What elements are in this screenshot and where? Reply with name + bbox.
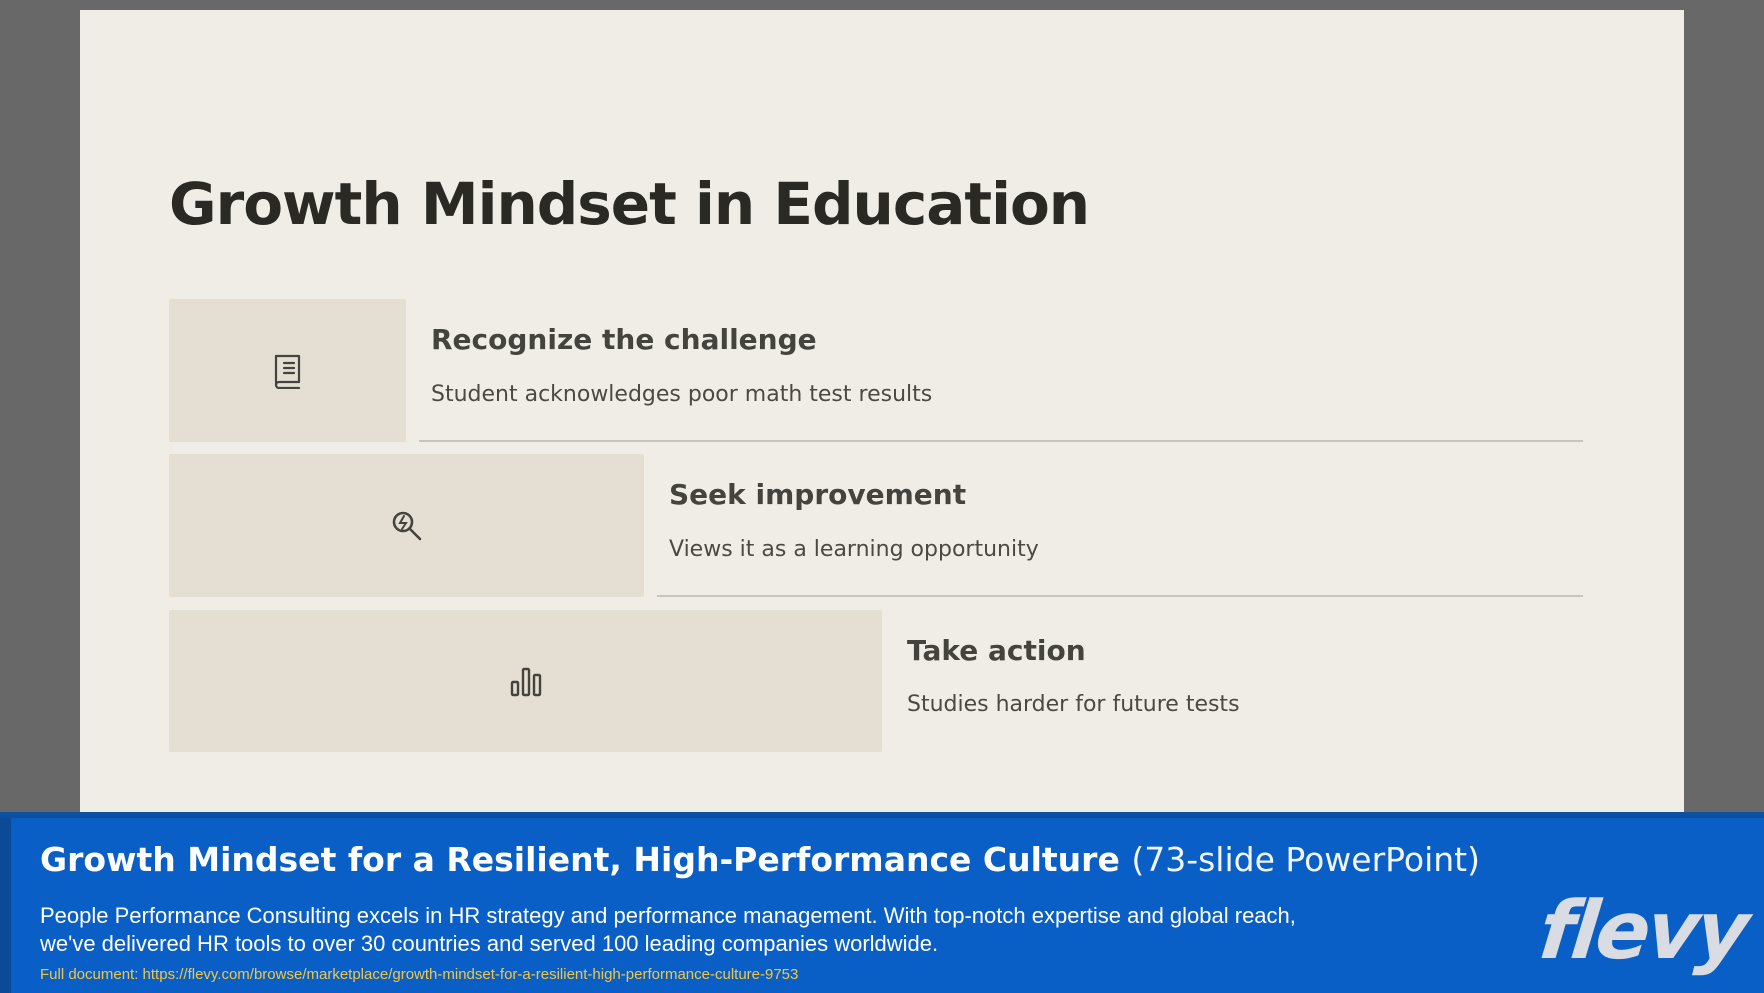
step-3-heading: Take action: [907, 634, 1086, 667]
banner-title-main: Growth Mindset for a Resilient, High-Per…: [40, 840, 1120, 879]
search-icon: [390, 509, 424, 543]
step-2-description: Views it as a learning opportunity: [669, 537, 1039, 562]
banner-title: Growth Mindset for a Resilient, High-Per…: [40, 840, 1480, 879]
banner-title-subtitle: (73-slide PowerPoint): [1131, 840, 1480, 879]
bar-chart-icon: [509, 664, 543, 698]
step-1-icon-box: [169, 299, 406, 442]
banner-accent-edge: [0, 818, 11, 993]
step-1-heading: Recognize the challenge: [431, 323, 817, 356]
step-3-icon-box: [169, 610, 882, 752]
slide-title: Growth Mindset in Education: [169, 170, 1090, 238]
step-2-heading: Seek improvement: [669, 478, 967, 511]
slide: Growth Mindset in Education Recognize th…: [80, 10, 1684, 840]
step-1-description: Student acknowledges poor math test resu…: [431, 382, 933, 407]
promo-banner: Growth Mindset for a Resilient, High-Per…: [0, 812, 1764, 993]
full-document-link[interactable]: Full document: https://flevy.com/browse/…: [40, 966, 798, 983]
flevy-logo[interactable]: flevy: [1535, 884, 1751, 977]
step-3-description: Studies harder for future tests: [907, 692, 1240, 717]
step-2-divider: [657, 595, 1583, 597]
banner-description: People Performance Consulting excels in …: [40, 903, 1296, 956]
step-1-divider: [419, 440, 1583, 442]
book-icon: [272, 353, 304, 389]
step-2-icon-box: [169, 454, 644, 597]
